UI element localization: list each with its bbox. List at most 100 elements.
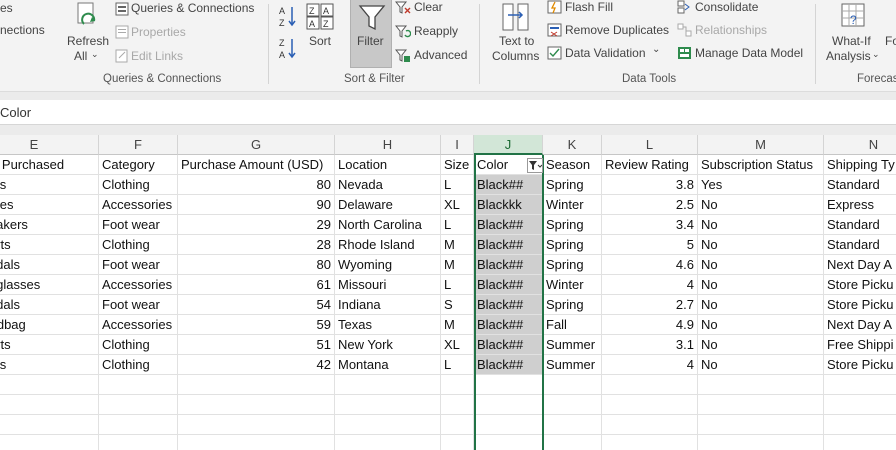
empty-cell[interactable]	[824, 375, 896, 395]
table-cell[interactable]: Spring	[543, 255, 602, 275]
table-cell[interactable]: L	[441, 175, 474, 195]
empty-cell[interactable]	[602, 415, 698, 435]
table-cell[interactable]: Clothing	[99, 175, 178, 195]
table-cell[interactable]: Sandals	[0, 295, 99, 315]
empty-cell[interactable]	[602, 435, 698, 450]
empty-cell[interactable]	[178, 375, 335, 395]
column-header-j[interactable]: J	[474, 135, 543, 155]
empty-cell[interactable]	[335, 435, 441, 450]
table-cell[interactable]: 4	[602, 355, 698, 375]
edit-links-button[interactable]: Edit Links	[113, 48, 203, 66]
table-cell[interactable]: Foot wear	[99, 215, 178, 235]
table-cell[interactable]: Shorts	[0, 235, 99, 255]
table-cell[interactable]: Standard	[824, 235, 896, 255]
column-header-l[interactable]: L	[602, 135, 698, 155]
sort-button[interactable]: Z A A Z Sort	[304, 0, 338, 68]
table-cell[interactable]: Next Day A	[824, 315, 896, 335]
table-cell[interactable]: Missouri	[335, 275, 441, 295]
table-cell[interactable]: Black##	[474, 315, 543, 335]
empty-cell[interactable]	[474, 415, 543, 435]
table-cell[interactable]: Store Picku	[824, 275, 896, 295]
table-cell[interactable]: Nevada	[335, 175, 441, 195]
table-cell[interactable]: Rhode Island	[335, 235, 441, 255]
table-cell[interactable]: 61	[178, 275, 335, 295]
header-cell[interactable]: Size	[441, 155, 474, 175]
remove-duplicates-button[interactable]: Remove Duplicates	[546, 23, 670, 39]
table-cell[interactable]: Black##	[474, 355, 543, 375]
empty-cell[interactable]	[0, 395, 99, 415]
header-cell[interactable]: Category	[99, 155, 178, 175]
header-cell[interactable]: Purchase Amount (USD)	[178, 155, 335, 175]
table-cell[interactable]: Black##	[474, 335, 543, 355]
table-cell[interactable]: L	[441, 215, 474, 235]
table-cell[interactable]: 80	[178, 175, 335, 195]
table-cell[interactable]: Foot wear	[99, 295, 178, 315]
table-cell[interactable]: L	[441, 355, 474, 375]
table-cell[interactable]: 3.8	[602, 175, 698, 195]
table-cell[interactable]: Spring	[543, 235, 602, 255]
consolidate-button[interactable]: Consolidate	[677, 0, 763, 16]
empty-cell[interactable]	[441, 415, 474, 435]
data-validation-button[interactable]: Data Validation ⌄	[546, 44, 666, 62]
column-header-m[interactable]: M	[698, 135, 824, 155]
table-cell[interactable]: Foot wear	[99, 255, 178, 275]
table-cell[interactable]: Yes	[698, 175, 824, 195]
header-cell[interactable]: Location	[335, 155, 441, 175]
header-cell[interactable]: Item Purchased	[0, 155, 99, 175]
header-cell[interactable]: Season	[543, 155, 602, 175]
spreadsheet-grid[interactable]: EFGHIJKLMNItem PurchasedCategoryPurchase…	[0, 135, 896, 450]
refresh-all-button[interactable]: Refresh All ⌄	[64, 0, 110, 68]
table-cell[interactable]: Gloves	[0, 195, 99, 215]
table-cell[interactable]: Shorts	[0, 335, 99, 355]
table-cell[interactable]: Blackkk	[474, 195, 543, 215]
table-cell[interactable]: 3.4	[602, 215, 698, 235]
autofilter-dropdown-button[interactable]	[527, 158, 543, 173]
table-cell[interactable]: Standard	[824, 175, 896, 195]
empty-cell[interactable]	[0, 415, 99, 435]
table-cell[interactable]: 3.1	[602, 335, 698, 355]
empty-cell[interactable]	[698, 375, 824, 395]
column-header-i[interactable]: I	[441, 135, 474, 155]
formula-bar-content[interactable]: Color	[0, 105, 31, 120]
table-cell[interactable]: Handbag	[0, 315, 99, 335]
table-cell[interactable]: 29	[178, 215, 335, 235]
column-header-h[interactable]: H	[335, 135, 441, 155]
table-cell[interactable]: Store Picku	[824, 295, 896, 315]
table-cell[interactable]: No	[698, 235, 824, 255]
column-header-f[interactable]: F	[99, 135, 178, 155]
table-cell[interactable]: Montana	[335, 355, 441, 375]
table-cell[interactable]: Next Day A	[824, 255, 896, 275]
empty-cell[interactable]	[178, 415, 335, 435]
table-cell[interactable]: M	[441, 235, 474, 255]
table-cell[interactable]: Clothing	[99, 355, 178, 375]
table-cell[interactable]: 28	[178, 235, 335, 255]
formula-bar[interactable]: Color	[0, 100, 896, 125]
empty-cell[interactable]	[824, 435, 896, 450]
table-cell[interactable]: Accessories	[99, 315, 178, 335]
table-cell[interactable]: No	[698, 195, 824, 215]
empty-cell[interactable]	[698, 435, 824, 450]
empty-cell[interactable]	[543, 415, 602, 435]
table-cell[interactable]: Black##	[474, 275, 543, 295]
table-cell[interactable]: 2.7	[602, 295, 698, 315]
table-cell[interactable]: New York	[335, 335, 441, 355]
column-header-g[interactable]: G	[178, 135, 335, 155]
column-header-k[interactable]: K	[543, 135, 602, 155]
empty-cell[interactable]	[99, 375, 178, 395]
empty-cell[interactable]	[441, 435, 474, 450]
forecast-sheet-button[interactable]: Fo	[885, 34, 896, 48]
table-cell[interactable]: 4	[602, 275, 698, 295]
empty-cell[interactable]	[178, 435, 335, 450]
column-header-n[interactable]: N	[824, 135, 896, 155]
table-cell[interactable]: 59	[178, 315, 335, 335]
table-cell[interactable]: Delaware	[335, 195, 441, 215]
table-cell[interactable]: Standard	[824, 215, 896, 235]
table-cell[interactable]: Winter	[543, 275, 602, 295]
properties-button[interactable]: Properties	[113, 24, 203, 42]
table-cell[interactable]: Black##	[474, 215, 543, 235]
table-cell[interactable]: Winter	[543, 195, 602, 215]
table-cell[interactable]: Fall	[543, 315, 602, 335]
empty-cell[interactable]	[0, 375, 99, 395]
flash-fill-button[interactable]: Flash Fill	[546, 0, 626, 16]
existing-connections-button[interactable]: nections	[0, 23, 45, 37]
